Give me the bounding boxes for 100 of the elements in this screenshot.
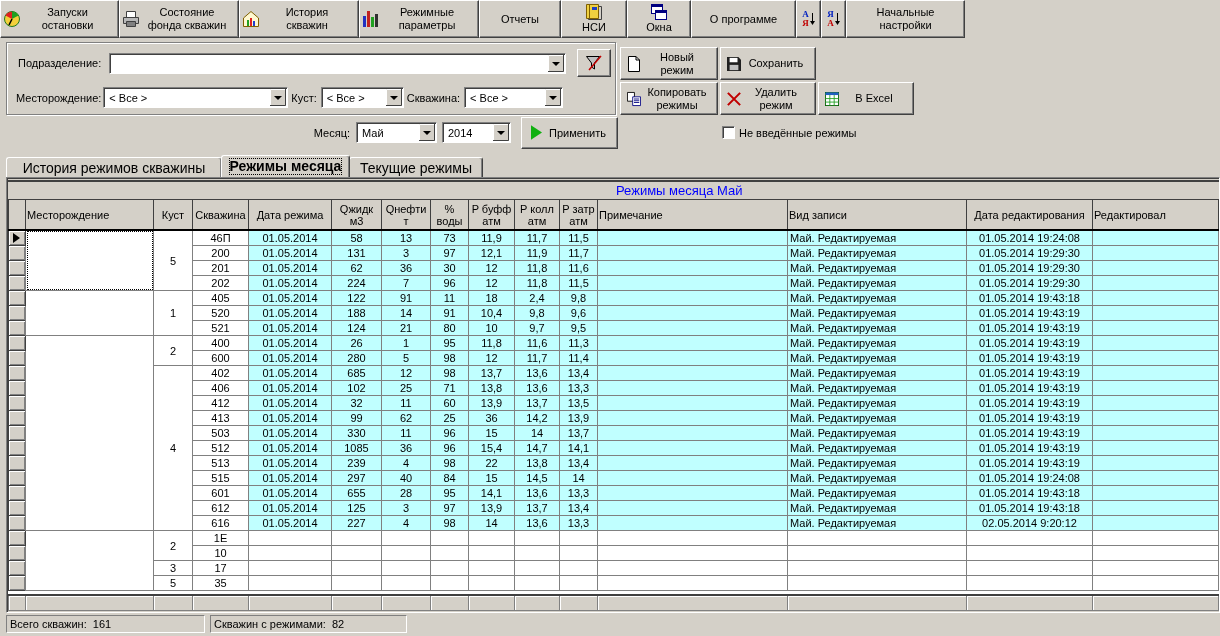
column-header[interactable]: % воды [430, 199, 469, 230]
column-header[interactable]: P колл атм [514, 199, 560, 230]
table-cell: 1E [192, 530, 249, 546]
copy-icon [627, 90, 641, 107]
row-header[interactable] [8, 290, 26, 306]
column-header[interactable]: Редактировал [1092, 199, 1219, 230]
month-combo[interactable]: Май [356, 122, 437, 143]
dropdown-arrow-icon [493, 124, 509, 141]
toolbar-button[interactable]: Начальные настройки [846, 0, 965, 38]
column-header[interactable]: Скважина [192, 199, 249, 230]
column-header[interactable]: Примечание [597, 199, 788, 230]
column-header[interactable]: Вид записи [787, 199, 967, 230]
gauge-icon [4, 11, 20, 27]
table-cell: 405 [192, 290, 249, 306]
sort-button[interactable]: Я А [821, 0, 846, 38]
column-header[interactable]: Месторождение [25, 199, 154, 230]
table-cell: 515 [192, 470, 249, 486]
column-header[interactable]: Куст [153, 199, 193, 230]
toolbar-button[interactable]: О программе [691, 0, 796, 38]
toolbar-button[interactable]: Режимные параметры [359, 0, 479, 38]
column-header[interactable]: Дата редактирования [966, 199, 1093, 230]
table-cell: 512 [192, 440, 249, 456]
status-text: Скважин с режимами: 82 [210, 615, 407, 633]
table-cell: 413 [192, 410, 249, 426]
table-cell: 400 [192, 335, 249, 351]
table-cell: 2 [153, 530, 193, 561]
dropdown-arrow-icon [385, 89, 402, 106]
book-icon [586, 4, 602, 20]
column-header[interactable]: P затр атм [559, 199, 598, 230]
toolbar-button[interactable]: НСИ [561, 0, 627, 38]
bar-chart-icon [363, 11, 379, 27]
column-header[interactable]: Qнефти т [381, 199, 431, 230]
table-cell: 412 [192, 395, 249, 411]
table-cell: 17 [192, 560, 249, 576]
dropdown-arrow-icon [419, 124, 435, 141]
table-cell: 612 [192, 500, 249, 516]
sort-button[interactable]: А Я [796, 0, 821, 38]
grid-title: Режимы месяца Май [616, 183, 743, 198]
status-text: Всего скважин: 161 [6, 615, 205, 633]
checkbox[interactable] [722, 126, 735, 139]
table-cell: 402 [192, 365, 249, 381]
table-cell: 520 [192, 305, 249, 321]
column-header[interactable]: Дата режима [248, 199, 332, 230]
table-cell: 1 [153, 290, 193, 336]
printer-icon [123, 11, 139, 27]
table-cell: 5 [153, 575, 193, 591]
clear-filter-button[interactable] [577, 49, 611, 77]
tab[interactable]: Режимы месяца [221, 155, 350, 177]
toolbar-button[interactable]: Запуски остановки [0, 0, 119, 38]
toolbar-button[interactable]: Отчеты [479, 0, 561, 38]
action-button[interactable]: Копировать режимы [620, 82, 718, 115]
apply-button[interactable]: Применить [521, 116, 618, 149]
action-button[interactable]: Удалить режим [720, 82, 816, 115]
table-cell: 4 [153, 365, 193, 531]
down-arrow-icon [834, 13, 840, 25]
action-button[interactable]: Новый режим [620, 47, 718, 80]
column-header[interactable]: Qжидк м3 [331, 199, 382, 230]
tab[interactable]: История режимов скважины [6, 157, 222, 177]
cross-icon [727, 90, 741, 107]
funnel-cross-icon [586, 55, 602, 71]
year-combo[interactable]: 2014 [442, 122, 511, 143]
cluster-combo[interactable]: < Все > [320, 87, 404, 108]
table-cell: 35 [192, 575, 249, 591]
row-header[interactable] [8, 530, 26, 546]
toolbar-button[interactable]: Состояние фонда скважин [119, 0, 239, 38]
table-cell: 601 [192, 485, 249, 501]
oilfield-label: Месторождение: [16, 91, 102, 104]
row-header[interactable] [8, 320, 26, 336]
table-cell: 200 [192, 245, 249, 261]
play-icon [531, 125, 542, 140]
dropdown-arrow-icon [545, 89, 562, 106]
table-cell: 10 [192, 545, 249, 561]
table-cell: 201 [192, 260, 249, 276]
division-label: Подразделение: [18, 57, 102, 69]
down-arrow-icon [809, 13, 815, 25]
table-cell: 406 [192, 380, 249, 396]
table-cell: 3 [153, 560, 193, 576]
row-pointer-icon [13, 233, 20, 243]
spreadsheet-icon [825, 90, 839, 107]
well-combo[interactable]: < Все > [464, 87, 564, 108]
toolbar-button[interactable]: История скважин [239, 0, 359, 38]
toolbar-button[interactable]: Окна [627, 0, 691, 38]
month-label: Месяц: [313, 126, 350, 139]
table-cell: 600 [192, 350, 249, 366]
action-button[interactable]: Сохранить [720, 47, 816, 80]
page-icon [627, 55, 641, 72]
dropdown-arrow-icon [548, 54, 564, 72]
windows-icon [651, 4, 667, 20]
action-button[interactable]: В Excel [818, 82, 914, 115]
well-label: Скважина: [406, 91, 461, 104]
table-cell: 5 [153, 230, 193, 291]
house-chart-icon [243, 11, 259, 27]
column-header[interactable]: P буфф атм [468, 199, 515, 230]
checkbox-label: Не введённые режимы [739, 126, 857, 139]
dropdown-arrow-icon [270, 89, 287, 106]
table-cell: 503 [192, 425, 249, 441]
table-cell: 513 [192, 455, 249, 471]
oilfield-combo[interactable]: < Все > [103, 87, 289, 108]
tab[interactable]: Текущие режимы [349, 157, 483, 177]
division-combo[interactable] [109, 52, 566, 74]
